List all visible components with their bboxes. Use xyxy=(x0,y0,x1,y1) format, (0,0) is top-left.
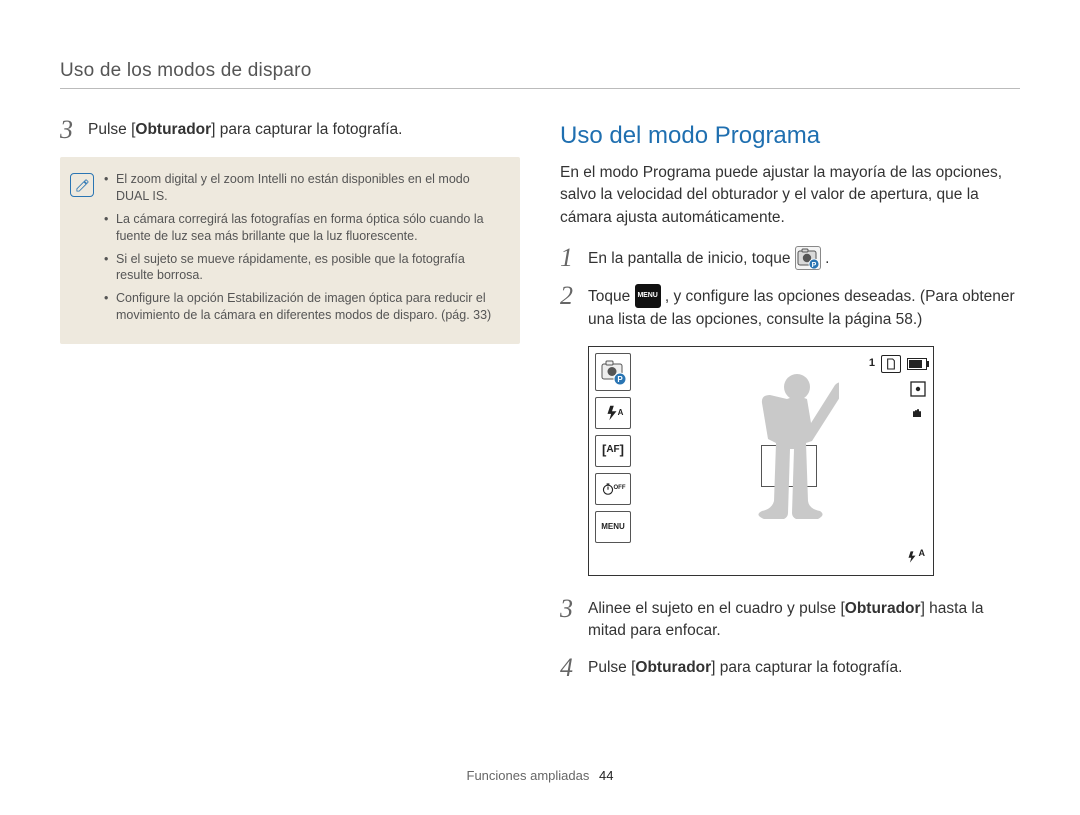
menu-icon: MENU xyxy=(635,284,661,308)
shutter-label: Obturador xyxy=(845,600,921,617)
step-body: Alinee el sujeto en el cuadro y pulse [O… xyxy=(588,598,1020,643)
step-number: 4 xyxy=(560,655,588,681)
sd-card-icon xyxy=(881,355,901,373)
left-column: 3 Pulse [Obturador] para capturar la fot… xyxy=(60,119,520,695)
text: . xyxy=(825,250,829,267)
step-3-left: 3 Pulse [Obturador] para capturar la fot… xyxy=(60,119,520,143)
camera-lcd-illustration: P A [AF] OFF MENU 1 xyxy=(588,346,934,576)
timer-off-icon: OFF xyxy=(595,473,631,505)
list-item: Si el sujeto se mueve rápidamente, es po… xyxy=(104,251,504,285)
step-number: 1 xyxy=(560,245,588,271)
step-2: 2 Toque MENU , y configure las opciones … xyxy=(560,285,1020,331)
step-body: Pulse [Obturador] para capturar la fotog… xyxy=(88,119,520,141)
svg-text:P: P xyxy=(811,262,816,269)
step-1: 1 En la pantalla de inicio, toque P . xyxy=(560,247,1020,271)
text: Pulse [ xyxy=(88,121,135,138)
program-mode-icon: P xyxy=(795,246,821,270)
step-4: 4 Pulse [Obturador] para capturar la fot… xyxy=(560,657,1020,681)
pencil-icon xyxy=(75,178,90,193)
person-silhouette-icon xyxy=(749,365,839,565)
page-footer: Funciones ampliadas 44 xyxy=(0,768,1080,783)
text: Toque xyxy=(588,288,635,305)
step-body: Toque MENU , y configure las opciones de… xyxy=(588,285,1020,331)
shutter-label: Obturador xyxy=(635,659,711,676)
exposure-icon xyxy=(909,381,927,397)
step-3: 3 Alinee el sujeto en el cuadro y pulse … xyxy=(560,598,1020,643)
program-mode-badge-icon: P xyxy=(595,353,631,391)
lcd-left-icons: P A [AF] OFF MENU xyxy=(595,353,631,569)
ois-icon xyxy=(909,405,927,421)
svg-text:P: P xyxy=(617,375,623,384)
footer-section: Funciones ampliadas xyxy=(467,768,590,783)
manual-page: Uso de los modos de disparo 3 Pulse [Obt… xyxy=(0,0,1080,815)
list-item: Configure la opción Estabilización de im… xyxy=(104,290,504,324)
notes-box: El zoom digital y el zoom Intelli no est… xyxy=(60,157,520,344)
battery-icon xyxy=(907,358,927,370)
text: En la pantalla de inicio, toque xyxy=(588,250,795,267)
step-number: 3 xyxy=(560,596,588,622)
shutter-label: Obturador xyxy=(135,121,211,138)
two-columns: 3 Pulse [Obturador] para capturar la fot… xyxy=(60,119,1020,695)
section-header: Uso de los modos de disparo xyxy=(60,60,1020,82)
intro-paragraph: En el modo Programa puede ajustar la may… xyxy=(560,162,1020,229)
menu-button-icon: MENU xyxy=(595,511,631,543)
step-number: 2 xyxy=(560,283,588,309)
step-number: 3 xyxy=(60,117,88,143)
step-body: Pulse [Obturador] para capturar la fotog… xyxy=(588,657,1020,679)
flash-status-icon: A xyxy=(905,547,926,567)
page-title: Uso del modo Programa xyxy=(560,119,1020,154)
page-number: 44 xyxy=(599,768,613,783)
lcd-status-row: 1 xyxy=(869,355,927,373)
lcd-right-icons: 1 xyxy=(869,355,927,421)
note-icon xyxy=(70,173,94,197)
right-column: Uso del modo Programa En el modo Program… xyxy=(560,119,1020,695)
list-item: El zoom digital y el zoom Intelli no est… xyxy=(104,171,504,205)
af-icon: [AF] xyxy=(595,435,631,467)
shots-remaining: 1 xyxy=(869,356,875,372)
notes-list: El zoom digital y el zoom Intelli no est… xyxy=(104,171,504,330)
flash-auto-icon: A xyxy=(595,397,631,429)
divider xyxy=(60,88,1020,89)
list-item: La cámara corregirá las fotografías en f… xyxy=(104,211,504,245)
text: ] para capturar la fotografía. xyxy=(211,121,402,138)
text: ] para capturar la fotografía. xyxy=(711,659,902,676)
step-body: En la pantalla de inicio, toque P . xyxy=(588,247,1020,271)
text: Alinee el sujeto en el cuadro y pulse [ xyxy=(588,600,845,617)
text: Pulse [ xyxy=(588,659,635,676)
